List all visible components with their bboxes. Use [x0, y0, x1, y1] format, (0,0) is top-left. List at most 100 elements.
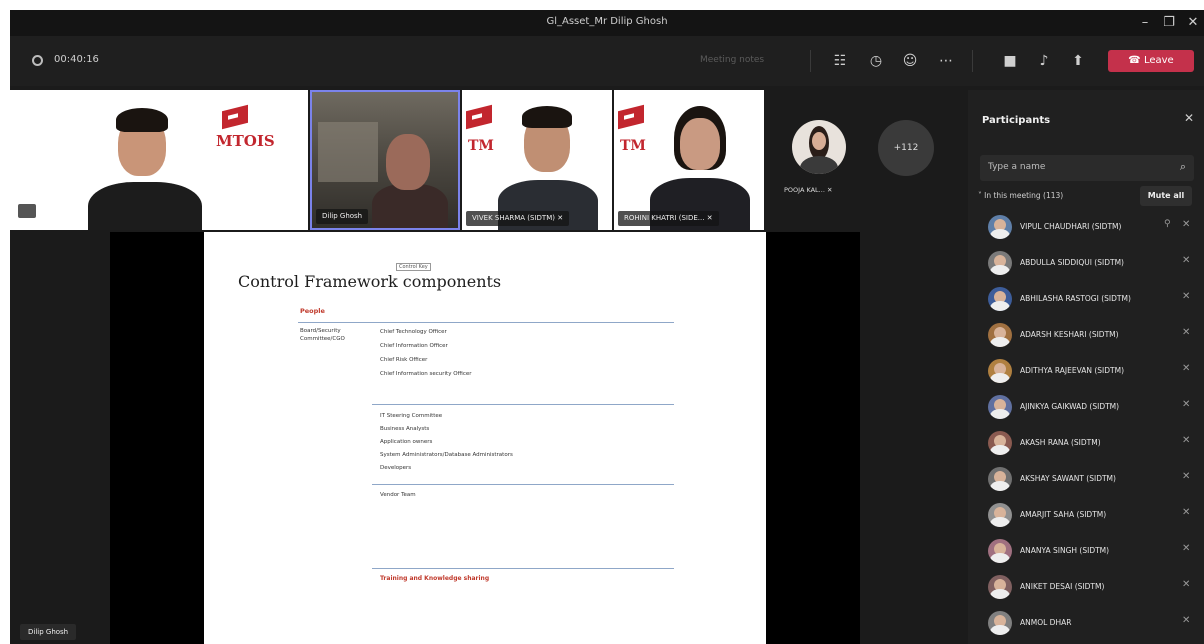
participant-list-item[interactable]: ABHILASHA RASTOGI (SIDTM) ✕	[968, 282, 1204, 316]
slide-item: Business Analysts	[380, 426, 430, 432]
participant-name: ANIKET DESAI (SIDTM)	[1020, 582, 1105, 591]
mic-off-icon: ✕	[1182, 579, 1191, 590]
participant-list-item[interactable]: ANIKET DESAI (SIDTM) ✕	[968, 570, 1204, 604]
avatar	[988, 611, 1012, 635]
participant-video	[80, 104, 210, 230]
mic-off-icon: ✕	[1182, 471, 1191, 482]
participant-name: AJINKYA GAIKWAD (SIDTM)	[1020, 402, 1120, 411]
participant-list-item[interactable]: AJINKYA GAIKWAD (SIDTM) ✕	[968, 390, 1204, 424]
participants-panel: Participants ✕ Type a name ⌕ ˅ In this m…	[968, 90, 1204, 644]
divider	[810, 50, 811, 72]
mic-off-icon: ✕	[1182, 435, 1191, 446]
reactions-icon[interactable]: ☺	[900, 51, 920, 71]
maximize-button[interactable]: ❐	[1156, 12, 1182, 34]
avatar	[988, 503, 1012, 527]
meeting-notes-link[interactable]: Meeting notes	[700, 55, 764, 65]
sidtm-logo-flag	[466, 104, 492, 130]
participant-video	[370, 122, 450, 228]
participant-name: AMARJIT SAHA (SIDTM)	[1020, 510, 1107, 519]
participant-name-label: VIVEK SHARMA (SIDTM) ✕	[466, 211, 570, 226]
video-tile-3[interactable]: TM VIVEK SHARMA (SIDTM) ✕	[462, 90, 612, 230]
presenter-name-badge: Dilip Ghosh	[20, 624, 77, 640]
search-input[interactable]: Type a name ⌕	[980, 155, 1194, 181]
participant-list-item[interactable]: VIPUL CHAUDHARI (SIDTM) ✕ ⚲	[968, 210, 1204, 244]
avatar	[988, 395, 1012, 419]
avatar	[988, 575, 1012, 599]
group1-label-line: Board/Security	[300, 328, 341, 334]
video-tile-4[interactable]: TM ROHINI KHATRI (SIDE... ✕	[614, 90, 764, 230]
slide-item: Chief Information Officer	[380, 343, 448, 349]
participant-name-label: POOJA KAL... ✕	[784, 186, 833, 194]
search-placeholder: Type a name	[988, 162, 1046, 172]
slide-title: Control Framework components	[238, 272, 502, 291]
participant-list-item[interactable]: ANMOL DHAR ✕	[968, 606, 1204, 640]
more-participants-count[interactable]: +112	[878, 120, 934, 176]
mic-off-icon: ✕	[1182, 255, 1191, 266]
mic-off-icon: ✕	[1182, 507, 1191, 518]
avatar	[792, 120, 846, 174]
divider	[972, 50, 973, 72]
share-screen-icon[interactable]: ⬆	[1068, 51, 1088, 71]
shared-screen: Control Key Control Framework components…	[110, 232, 860, 644]
chat-icon[interactable]: ◷	[866, 51, 886, 71]
participant-list-item[interactable]: ADARSH KESHARI (SIDTM) ✕	[968, 318, 1204, 352]
participant-list-item[interactable]: AKSHAY SAWANT (SIDTM) ✕	[968, 462, 1204, 496]
title-bar: Gl_Asset_Mr Dilip Ghosh – ❐ ✕	[10, 10, 1204, 36]
divider	[372, 568, 674, 569]
mic-off-icon: ✕	[1182, 543, 1191, 554]
avatar	[988, 431, 1012, 455]
mic-muted-icon[interactable]: ♪	[1034, 51, 1054, 71]
camera-icon[interactable]: ■	[1000, 51, 1020, 71]
mute-all-button[interactable]: Mute all	[1140, 186, 1192, 206]
video-icon	[18, 204, 36, 218]
more-options-icon[interactable]: ⋯	[936, 51, 956, 71]
minimize-button[interactable]: –	[1132, 12, 1158, 34]
participant-name: ANMOL DHAR	[1020, 618, 1072, 627]
in-meeting-section-header[interactable]: ˅ In this meeting (113)	[978, 191, 1063, 200]
slide-item: Developers	[380, 465, 412, 471]
participant-list-item[interactable]: AKASH RANA (SIDTM) ✕	[968, 426, 1204, 460]
participant-name-label: Dilip Ghosh	[316, 209, 369, 224]
people-heading: People	[300, 307, 325, 315]
phone-icon: ☎	[1128, 55, 1144, 66]
participant-name: VIPUL CHAUDHARI (SIDTM)	[1020, 222, 1122, 231]
sidtm-logo-text: MTOIS	[216, 132, 275, 150]
participant-list-item[interactable]: ANANYA SINGH (SIDTM) ✕	[968, 534, 1204, 568]
sidtm-logo-flag	[222, 104, 248, 130]
slide-tag: Control Key	[396, 263, 431, 271]
window-title: Gl_Asset_Mr Dilip Ghosh	[546, 16, 668, 27]
close-panel-button[interactable]: ✕	[1184, 111, 1194, 125]
leave-button[interactable]: ☎ Leave	[1108, 50, 1194, 72]
slide-item: Application owners	[380, 439, 433, 445]
video-tile-2[interactable]: Dilip Ghosh	[310, 90, 460, 230]
close-button[interactable]: ✕	[1180, 12, 1204, 34]
participant-list-item[interactable]: ADITHYA RAJEEVAN (SIDTM) ✕	[968, 354, 1204, 388]
avatar	[988, 287, 1012, 311]
participant-list-item[interactable]: AMARJIT SAHA (SIDTM) ✕	[968, 498, 1204, 532]
participant-name: AKASH RANA (SIDTM)	[1020, 438, 1101, 447]
meeting-timer: 00:40:16	[54, 54, 99, 65]
participant-name-label: ROHINI KHATRI (SIDE... ✕	[618, 211, 719, 226]
video-tile-1[interactable]: MTOIS	[10, 90, 308, 230]
mic-off-icon: ✕	[1182, 327, 1191, 338]
divider	[372, 484, 674, 485]
people-icon[interactable]: ☷	[830, 51, 850, 71]
video-tile-5[interactable]: POOJA KAL... ✕	[774, 90, 864, 230]
teams-window: Gl_Asset_Mr Dilip Ghosh – ❐ ✕ 00:40:16 M…	[10, 10, 1204, 644]
slide-item: Chief Information security Officer	[380, 371, 472, 377]
slide-item: Vendor Team	[380, 492, 416, 498]
participant-name: ADARSH KESHARI (SIDTM)	[1020, 330, 1119, 339]
participant-list-item[interactable]: ABDULLA SIDDIQUI (SIDTM) ✕	[968, 246, 1204, 280]
mic-off-icon: ✕	[557, 214, 564, 222]
participant-name: ADITHYA RAJEEVAN (SIDTM)	[1020, 366, 1125, 375]
mic-off-icon: ✕	[1182, 399, 1191, 410]
mic-off-icon: ✕	[1182, 615, 1191, 626]
divider	[298, 322, 674, 323]
pin-icon[interactable]: ⚲	[1164, 219, 1171, 229]
sidtm-logo-text: TM	[468, 138, 494, 154]
presentation-slide: Control Key Control Framework components…	[204, 232, 766, 644]
participant-name: ANANYA SINGH (SIDTM)	[1020, 546, 1110, 555]
slide-item: System Administrators/Database Administr…	[380, 452, 513, 458]
participant-name: AKSHAY SAWANT (SIDTM)	[1020, 474, 1116, 483]
avatar	[988, 251, 1012, 275]
